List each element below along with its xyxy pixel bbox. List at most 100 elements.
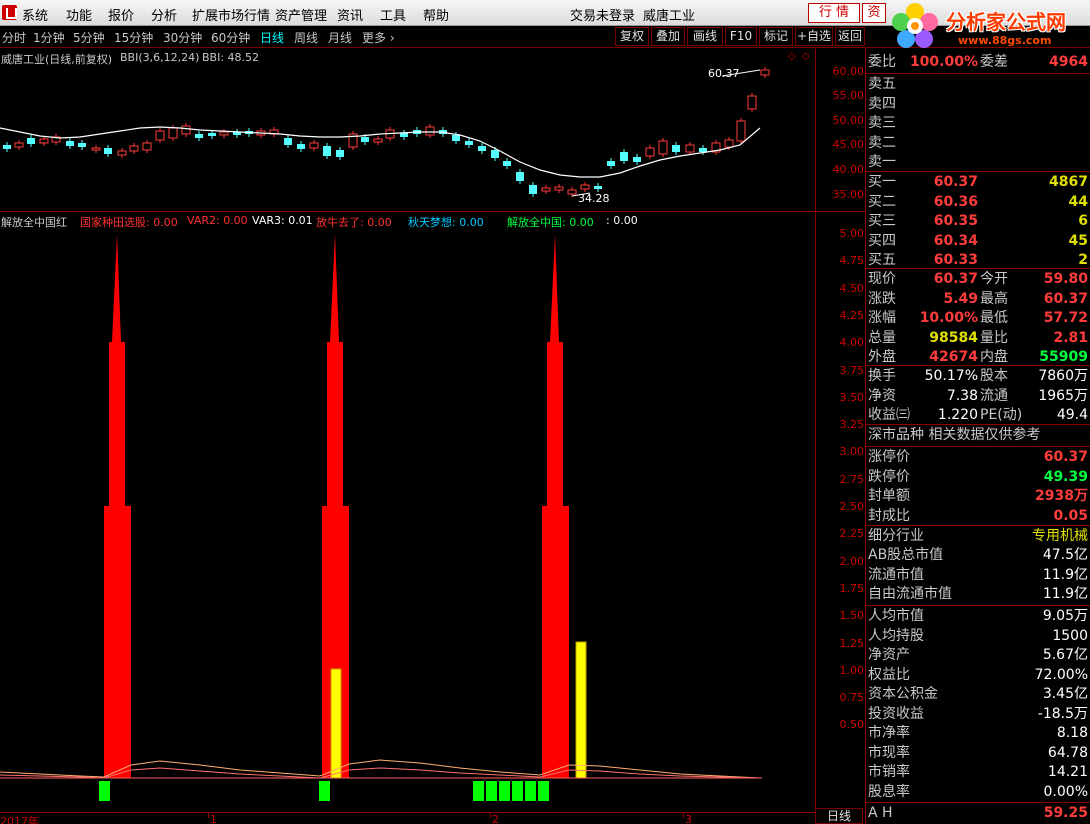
restore-rights-button[interactable]: 复权 [615,27,649,46]
green-signal-block [525,781,536,801]
buy-row[interactable]: 买一 60.37 4867 [866,173,1090,193]
candlestick [269,127,279,137]
sub-y-label: 1.75 [839,581,865,595]
limit-row: 涨停价 60.37 [866,448,1090,468]
menu-tools[interactable]: 工具 [380,5,406,24]
per-value: 1500 [1052,627,1088,644]
info-button[interactable]: 资 [862,3,886,23]
period-15min[interactable]: 15分钟 [114,29,153,46]
candlestick [658,138,668,157]
x-axis-label: 1 [210,813,217,824]
period-weekly[interactable]: 周线 [294,29,318,46]
menu-help[interactable]: 帮助 [423,5,449,24]
menu-function[interactable]: 功能 [66,5,92,24]
per-label: 投资收益 [868,705,924,722]
menu-extended-market[interactable]: 扩展市场行情 [192,5,270,24]
candlestick [208,130,216,139]
sell-row[interactable]: 卖五 [866,75,1090,95]
candlestick [465,138,473,148]
candlestick [39,136,49,146]
stat-value: 60.37 [933,271,978,287]
separator [866,73,1090,74]
sub-y-label: 5.00 [839,227,865,240]
f10-button[interactable]: F10 [725,27,757,46]
quote-button[interactable]: 行 情 [808,3,860,23]
limit-value: 60.37 [1043,449,1088,465]
buy-volume: 6 [1078,213,1088,229]
candlestick [297,141,305,152]
separator [866,365,1090,366]
add-watchlist-button[interactable]: +自选 [795,27,833,46]
sub-y-label: 3.50 [839,390,865,404]
sell-level-label: 卖一 [868,154,896,170]
sell-row[interactable]: 卖四 [866,95,1090,115]
buy-row[interactable]: 买三 60.35 6 [866,212,1090,232]
ah-label: A H [868,805,893,821]
menu-asset-management[interactable]: 资产管理 [275,5,327,24]
menu-analysis[interactable]: 分析 [151,5,177,24]
bottom-period-tab[interactable]: 日线 [815,808,863,824]
trade-login-status[interactable]: 交易未登录 [570,5,635,24]
stat-row: 涨跌 5.49 最高 60.37 [866,290,1090,310]
period-intraday[interactable]: 分时 [2,29,26,46]
current-stock-name: 威唐工业 [643,9,696,24]
per-label: 市现率 [868,744,910,761]
x-tick [208,812,209,818]
back-button[interactable]: 返回 [835,27,865,46]
candlestick [14,140,24,150]
period-5min[interactable]: 5分钟 [73,29,105,46]
candlestick [284,135,292,148]
ah-value: 59.25 [1043,805,1088,821]
sell-row[interactable]: 卖三 [866,114,1090,134]
limit-value: 2938万 [1035,488,1088,504]
period-60min[interactable]: 60分钟 [211,29,250,46]
sub-y-label: 3.25 [839,418,865,432]
overlay-button[interactable]: 叠加 [651,27,685,46]
period-1min[interactable]: 1分钟 [33,29,65,46]
industry-value[interactable]: 专用机械 [1032,527,1088,547]
main-y-label: 35.00 [832,188,865,201]
period-more[interactable]: 更多 › [362,29,395,46]
candlestick [747,93,757,112]
candlestick [607,158,615,169]
candlestick [478,143,486,154]
buy-level-label: 买二 [868,193,896,210]
buy-row[interactable]: 买二 60.36 44 [866,193,1090,213]
candlestick [348,131,358,150]
ah-row: A H 59.25 [866,804,1090,824]
limit-label: 封成比 [868,507,910,524]
draw-line-button[interactable]: 画线 [687,27,723,46]
menu-news[interactable]: 资讯 [337,5,363,24]
sell-row[interactable]: 卖一 [866,153,1090,173]
separator [866,171,1090,172]
sell-row[interactable]: 卖二 [866,134,1090,154]
menu-system[interactable]: 系统 [22,5,48,24]
per-value: 3.45亿 [1042,686,1088,702]
limit-value: 0.05 [1053,507,1088,524]
separator [866,424,1090,425]
menu-quote[interactable]: 报价 [108,5,134,24]
candlestick [711,140,721,155]
period-monthly[interactable]: 月线 [328,29,352,46]
buy-volume: 44 [1068,193,1088,210]
stat-value: 59.80 [1043,271,1088,287]
stat-row: 总量 98584 量比 2.81 [866,329,1090,349]
period-daily[interactable]: 日线 [260,29,284,46]
candlestick [672,142,680,155]
stat-row: 涨幅 10.00% 最低 57.72 [866,309,1090,329]
per-row: 人均市值 9.05万 [866,607,1090,627]
buy-level-label: 买三 [868,213,896,229]
mark-button[interactable]: 标记 [759,27,793,46]
separator [866,802,1090,803]
buy-row[interactable]: 买四 60.34 45 [866,232,1090,252]
per-row: 市现率 64.78 [866,744,1090,764]
per-row: 股息率 0.00% [866,783,1090,803]
stat-row: 现价 60.37 今开 59.80 [866,270,1090,290]
indicator-chart[interactable] [0,212,815,812]
stat-value: 10.00% [919,310,978,326]
period-30min[interactable]: 30分钟 [163,29,202,46]
stat-label: 总量 [868,329,896,346]
candlestick-chart[interactable] [0,48,815,211]
per-row: 市销率 14.21 [866,763,1090,783]
sub-y-label: 2.00 [839,554,865,568]
